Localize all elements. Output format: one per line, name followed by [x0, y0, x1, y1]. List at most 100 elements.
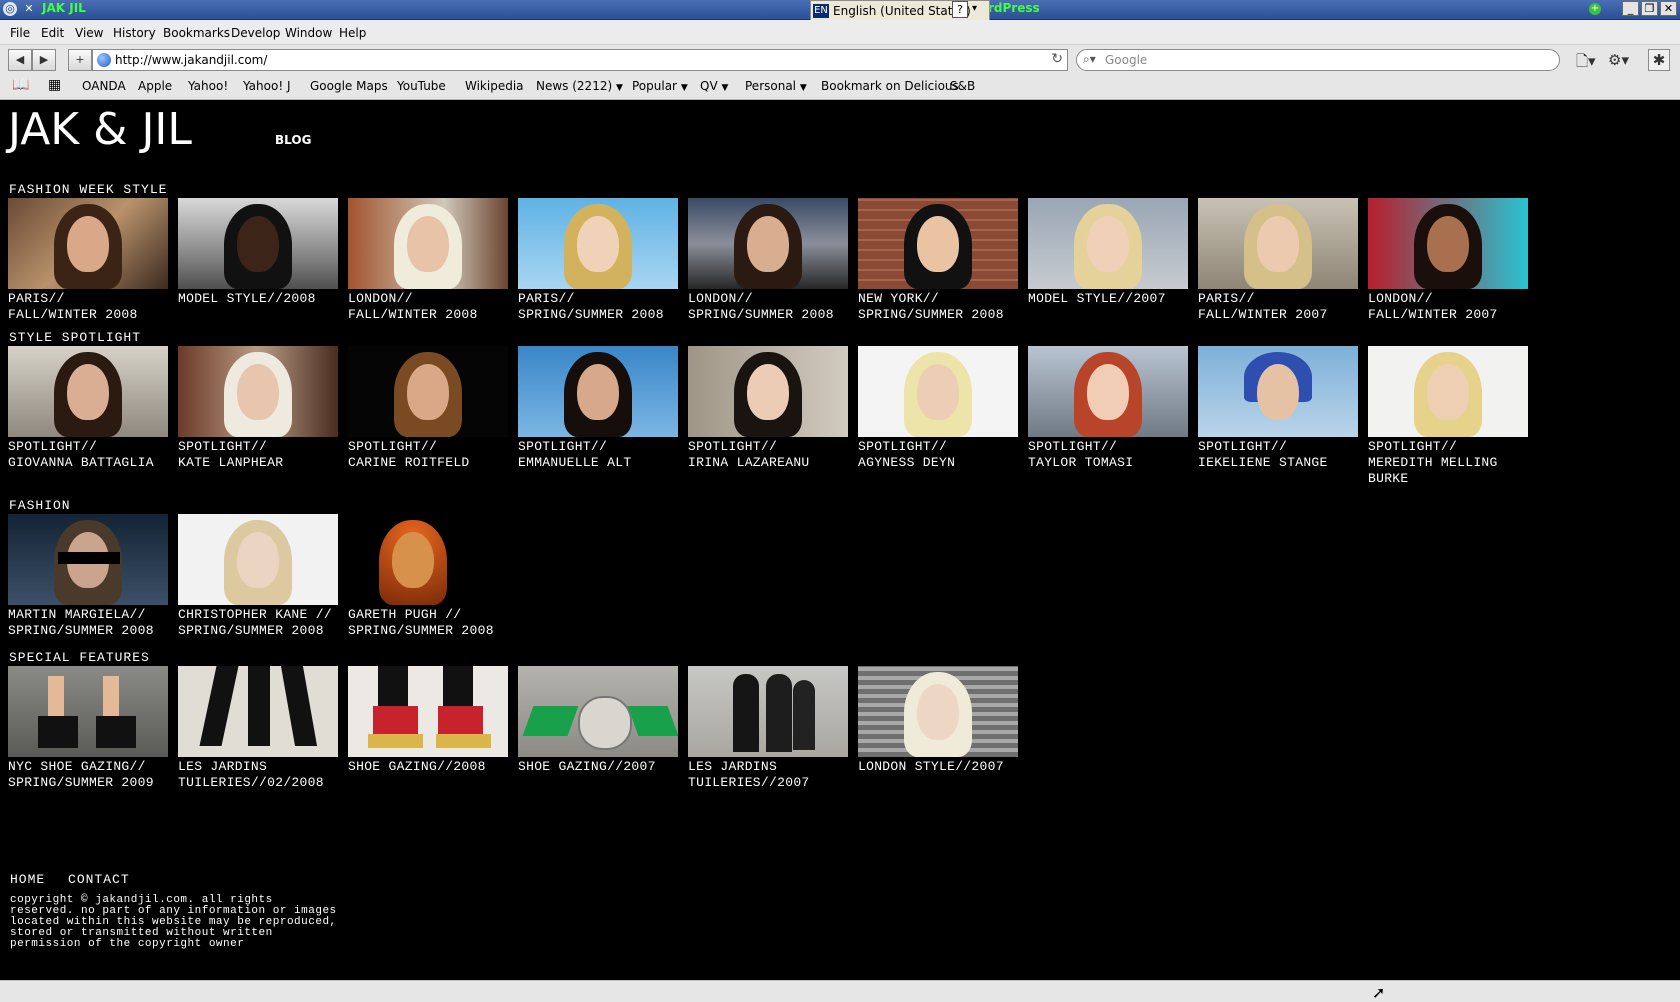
photo-thumbnail[interactable]	[518, 198, 678, 289]
address-bar[interactable]: http://www.jakandjil.com/ ↻	[92, 49, 1068, 71]
tile-caption[interactable]: LONDON STYLE//2007	[858, 759, 1018, 775]
photo-thumbnail[interactable]	[688, 666, 848, 757]
photo-thumbnail[interactable]	[1198, 198, 1358, 289]
add-bookmark-button[interactable]: +	[68, 49, 92, 71]
gallery-tile[interactable]: LES JARDINS TUILERIES//2007	[688, 666, 848, 791]
photo-thumbnail[interactable]	[8, 666, 168, 757]
gallery-tile[interactable]: SPOTLIGHT// AGYNESS DEYN	[858, 346, 1018, 471]
gallery-tile[interactable]: SPOTLIGHT// KATE LANPHEAR	[178, 346, 338, 471]
tile-caption[interactable]: MODEL STYLE//2007	[1028, 291, 1188, 307]
photo-thumbnail[interactable]	[178, 514, 338, 605]
bookmark-apple[interactable]: Apple	[138, 79, 172, 93]
gallery-tile[interactable]: SPOTLIGHT// IRINA LAZAREANU	[688, 346, 848, 471]
bookmark-news[interactable]: News (2212) ▼	[536, 79, 623, 93]
photo-thumbnail[interactable]	[858, 346, 1018, 437]
gallery-tile[interactable]: GARETH PUGH // SPRING/SUMMER 2008	[348, 514, 508, 639]
tile-caption[interactable]: GARETH PUGH // SPRING/SUMMER 2008	[348, 607, 508, 639]
photo-thumbnail[interactable]	[518, 346, 678, 437]
close-tab-icon[interactable]: ✕	[22, 2, 36, 16]
tile-caption[interactable]: SHOE GAZING//2008	[348, 759, 508, 775]
menu-bookmarks[interactable]: Bookmarks	[163, 26, 230, 40]
photo-thumbnail[interactable]	[1198, 346, 1358, 437]
back-button[interactable]: ◀	[8, 49, 32, 71]
gallery-tile[interactable]: NYC SHOE GAZING// SPRING/SUMMER 2009	[8, 666, 168, 791]
bookmark-google-maps[interactable]: Google Maps	[310, 79, 388, 93]
menu-view[interactable]: View	[75, 26, 103, 40]
gallery-tile[interactable]: SHOE GAZING//2007	[518, 666, 678, 775]
tile-caption[interactable]: SPOTLIGHT// GIOVANNA BATTAGLIA	[8, 439, 168, 471]
home-link[interactable]: HOME	[10, 872, 45, 887]
grid-icon[interactable]: ▦	[48, 77, 61, 93]
bookmark-sb[interactable]: S&B	[950, 79, 975, 93]
photo-thumbnail[interactable]	[178, 666, 338, 757]
maximize-button[interactable]: ❐	[1641, 1, 1658, 16]
bookmark-qv[interactable]: QV ▼	[700, 79, 728, 93]
photo-thumbnail[interactable]	[8, 346, 168, 437]
photo-thumbnail[interactable]	[1028, 346, 1188, 437]
forward-button[interactable]: ▶	[32, 49, 56, 71]
gallery-tile[interactable]: MODEL STYLE//2007	[1028, 198, 1188, 307]
tile-caption[interactable]: LONDON// SPRING/SUMMER 2008	[688, 291, 848, 323]
photo-thumbnail[interactable]	[1368, 346, 1528, 437]
menu-window[interactable]: Window	[285, 26, 332, 40]
page-menu-icon[interactable]: 🗋▾	[1576, 51, 1596, 76]
tile-caption[interactable]: PARIS// SPRING/SUMMER 2008	[518, 291, 678, 323]
add-icon[interactable]: +	[1589, 3, 1601, 15]
menu-develop[interactable]: Develop	[231, 26, 280, 40]
bug-icon[interactable]: ✱	[1648, 49, 1670, 71]
tile-caption[interactable]: SPOTLIGHT// KATE LANPHEAR	[178, 439, 338, 471]
menu-help[interactable]: Help	[339, 26, 366, 40]
photo-thumbnail[interactable]	[518, 666, 678, 757]
tile-caption[interactable]: SPOTLIGHT// IEKELIENE STANGE	[1198, 439, 1358, 471]
gallery-tile[interactable]: SPOTLIGHT// CARINE ROITFELD	[348, 346, 508, 471]
photo-thumbnail[interactable]	[688, 346, 848, 437]
tile-caption[interactable]: PARIS// FALL/WINTER 2008	[8, 291, 168, 323]
tile-caption[interactable]: SPOTLIGHT// EMMANUELLE ALT	[518, 439, 678, 471]
reload-icon[interactable]: ↻	[1051, 51, 1063, 67]
tile-caption[interactable]: SHOE GAZING//2007	[518, 759, 678, 775]
tile-caption[interactable]: LES JARDINS TUILERIES//02/2008	[178, 759, 338, 791]
photo-thumbnail[interactable]	[8, 198, 168, 289]
gallery-tile[interactable]: LONDON// SPRING/SUMMER 2008	[688, 198, 848, 323]
tile-caption[interactable]: LES JARDINS TUILERIES//2007	[688, 759, 848, 791]
language-help-icon[interactable]: ?	[952, 1, 968, 18]
close-button[interactable]: ✕	[1660, 1, 1677, 16]
bookmark-youtube[interactable]: YouTube	[397, 79, 446, 93]
tile-caption[interactable]: SPOTLIGHT// TAYLOR TOMASI	[1028, 439, 1188, 471]
site-logo[interactable]: JAK & JIL	[8, 104, 192, 155]
gallery-tile[interactable]: SPOTLIGHT// IEKELIENE STANGE	[1198, 346, 1358, 471]
bookmark-oanda[interactable]: OANDA	[82, 79, 126, 93]
book-icon[interactable]: 📖	[12, 77, 29, 93]
gallery-tile[interactable]: LONDON// FALL/WINTER 2008	[348, 198, 508, 323]
tile-caption[interactable]: SPOTLIGHT// MEREDITH MELLING BURKE	[1368, 439, 1528, 487]
photo-thumbnail[interactable]	[1028, 198, 1188, 289]
bookmark-yahoo[interactable]: Yahoo!	[188, 79, 228, 93]
photo-thumbnail[interactable]	[178, 198, 338, 289]
menu-edit[interactable]: Edit	[41, 26, 64, 40]
blog-link[interactable]: BLOG	[275, 133, 311, 147]
tile-caption[interactable]: LONDON// FALL/WINTER 2008	[348, 291, 508, 323]
search-input[interactable]: ⌕▾ Google	[1076, 49, 1560, 71]
gallery-tile[interactable]: PARIS// FALL/WINTER 2007	[1198, 198, 1358, 323]
contact-link[interactable]: CONTACT	[68, 872, 130, 887]
gallery-tile[interactable]: SHOE GAZING//2008	[348, 666, 508, 775]
tile-caption[interactable]: NEW YORK// SPRING/SUMMER 2008	[858, 291, 1018, 323]
gallery-tile[interactable]: SPOTLIGHT// TAYLOR TOMASI	[1028, 346, 1188, 471]
menu-file[interactable]: File	[10, 26, 30, 40]
photo-thumbnail[interactable]	[858, 666, 1018, 757]
gear-icon[interactable]: ⚙▾	[1608, 51, 1629, 69]
bookmark-wikipedia[interactable]: Wikipedia	[465, 79, 524, 93]
bookmark-delicious[interactable]: Bookmark on Delicious	[821, 79, 959, 93]
photo-thumbnail[interactable]	[1368, 198, 1528, 289]
tile-caption[interactable]: SPOTLIGHT// CARINE ROITFELD	[348, 439, 508, 471]
gallery-tile[interactable]: PARIS// FALL/WINTER 2008	[8, 198, 168, 323]
minimize-button[interactable]: _	[1622, 1, 1639, 16]
tile-caption[interactable]: SPOTLIGHT// IRINA LAZAREANU	[688, 439, 848, 471]
menu-history[interactable]: History	[113, 26, 156, 40]
tile-caption[interactable]: CHRISTOPHER KANE // SPRING/SUMMER 2008	[178, 607, 338, 639]
gallery-tile[interactable]: MODEL STYLE//2008	[178, 198, 338, 307]
gallery-tile[interactable]: SPOTLIGHT// GIOVANNA BATTAGLIA	[8, 346, 168, 471]
gallery-tile[interactable]: SPOTLIGHT// EMMANUELLE ALT	[518, 346, 678, 471]
tile-caption[interactable]: MODEL STYLE//2008	[178, 291, 338, 307]
bookmark-popular[interactable]: Popular ▼	[632, 79, 688, 93]
